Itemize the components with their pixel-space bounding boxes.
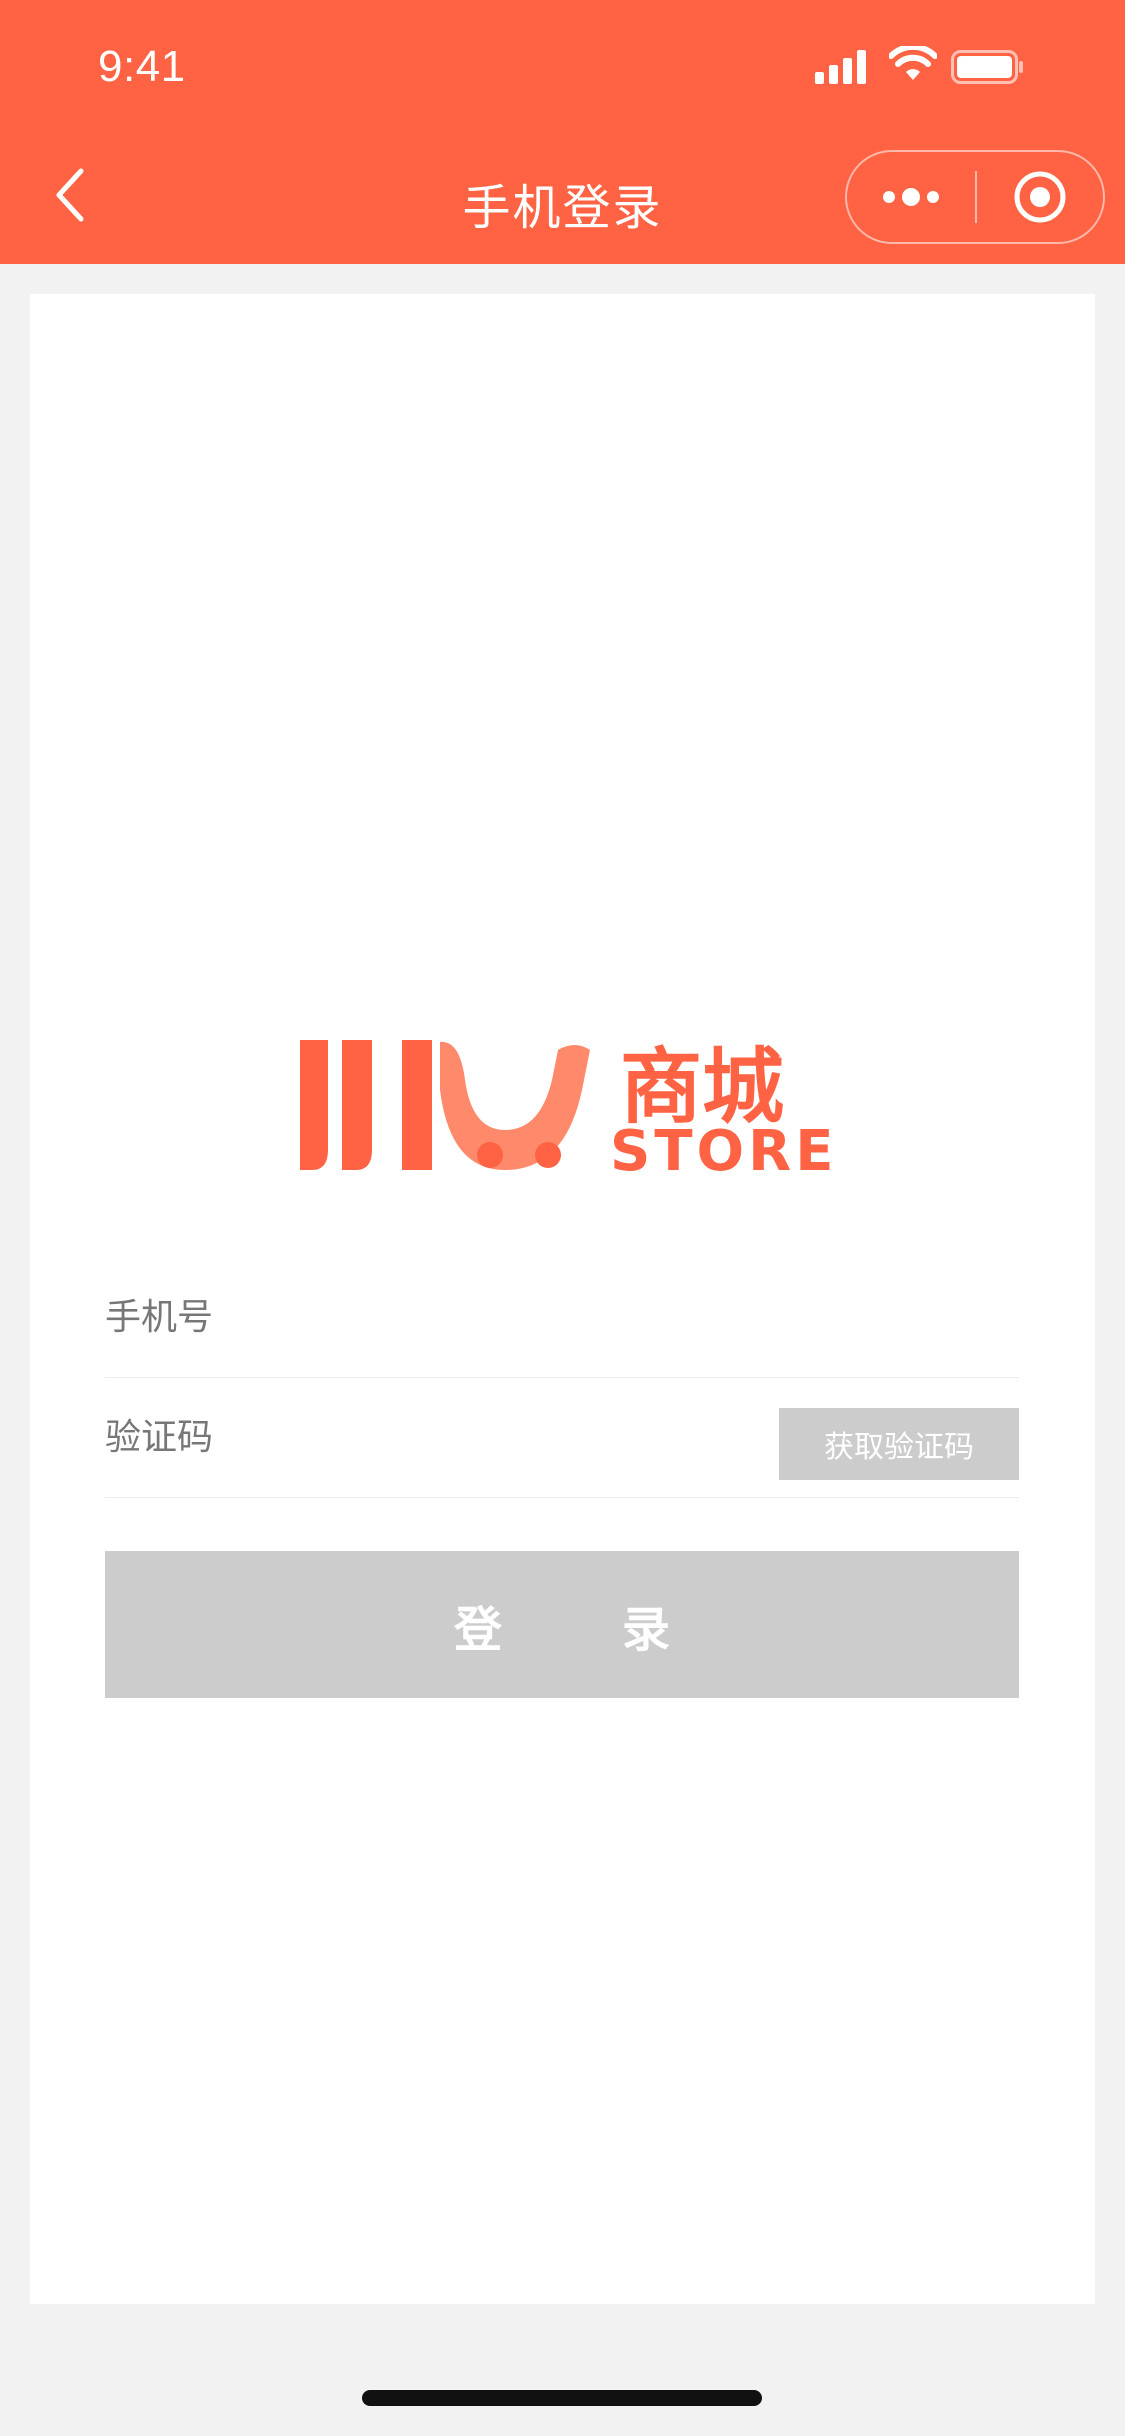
phone-field bbox=[105, 1258, 1019, 1378]
get-code-button[interactable]: 获取验证码 bbox=[779, 1408, 1019, 1480]
battery-icon bbox=[951, 50, 1023, 84]
header: 9:41 手机登录 bbox=[0, 0, 1125, 264]
home-indicator bbox=[362, 2390, 762, 2406]
signal-icon bbox=[815, 50, 866, 84]
more-dots-icon bbox=[883, 188, 939, 206]
screen: 9:41 手机登录 商城 STORE 手机号 验证码 获取验证码 登录 bbox=[0, 0, 1125, 2436]
code-field: 获取验证码 bbox=[105, 1378, 1019, 1498]
mini-program-capsule bbox=[845, 150, 1105, 244]
status-time: 9:41 bbox=[98, 42, 186, 91]
login-button[interactable]: 登录 bbox=[105, 1551, 1019, 1698]
status-icons bbox=[815, 46, 1075, 86]
target-icon bbox=[1014, 171, 1066, 223]
code-input[interactable] bbox=[105, 1378, 765, 1496]
phone-input[interactable] bbox=[105, 1258, 765, 1376]
wifi-icon bbox=[889, 46, 937, 80]
store-logo: 商城 STORE bbox=[300, 1040, 838, 1184]
logo-brand-sub: STORE bbox=[610, 1119, 838, 1184]
close-program-button[interactable] bbox=[977, 152, 1103, 242]
login-card: 商城 STORE 获取验证码 登录 bbox=[30, 294, 1095, 2304]
more-button[interactable] bbox=[847, 152, 975, 242]
